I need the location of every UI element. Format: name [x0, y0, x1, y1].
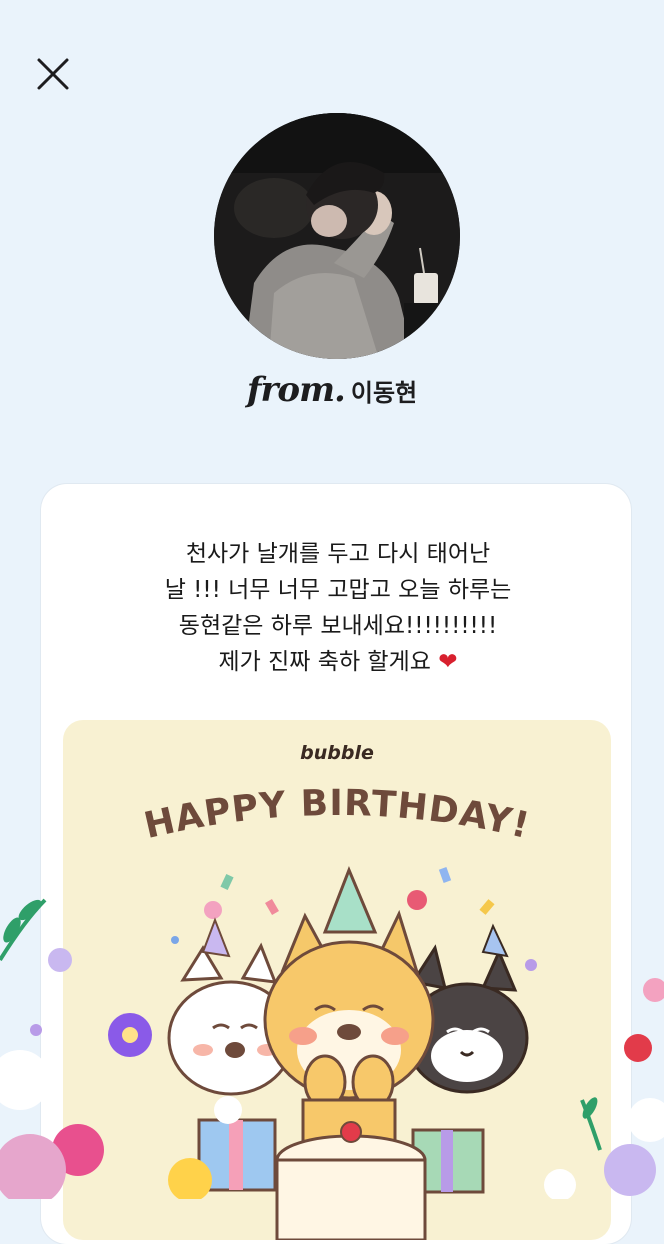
close-button[interactable]	[30, 52, 76, 98]
sender-name: 이동현	[350, 379, 418, 407]
avatar	[214, 113, 460, 359]
message-line-3: 동현같은 하루 보내세요!!!!!!!!!!	[178, 613, 498, 639]
close-icon[interactable]	[30, 52, 76, 98]
message-line-1: 천사가 날개를 두고 다시 태어난	[185, 541, 491, 567]
message-line-4: 제가 진짜 축하 할게요 ❤	[103, 644, 573, 680]
birthday-card-image: bubble HAPPY BIRTHDAY!	[63, 720, 611, 1240]
message-text: 천사가 날개를 두고 다시 태어난 날 !!! 너무 너무 고맙고 오늘 하루는…	[103, 536, 573, 680]
message-line-2: 날 !!! 너무 너무 고맙고 오늘 하루는	[164, 577, 512, 603]
birthday-illustration: HAPPY BIRTHDAY!	[140, 783, 537, 1240]
heart-icon: ❤	[438, 649, 458, 675]
message-line-4-text: 제가 진짜 축하 할게요	[218, 649, 431, 675]
cake	[275, 1121, 427, 1240]
sender-line: from. 이동현	[0, 370, 664, 410]
birthday-headline: HAPPY BIRTHDAY!	[140, 783, 533, 847]
letter-card: 천사가 날개를 두고 다시 태어난 날 !!! 너무 너무 고맙고 오늘 하루는…	[41, 484, 631, 1244]
from-label: from.	[246, 370, 346, 410]
avatar-photo	[214, 113, 460, 359]
